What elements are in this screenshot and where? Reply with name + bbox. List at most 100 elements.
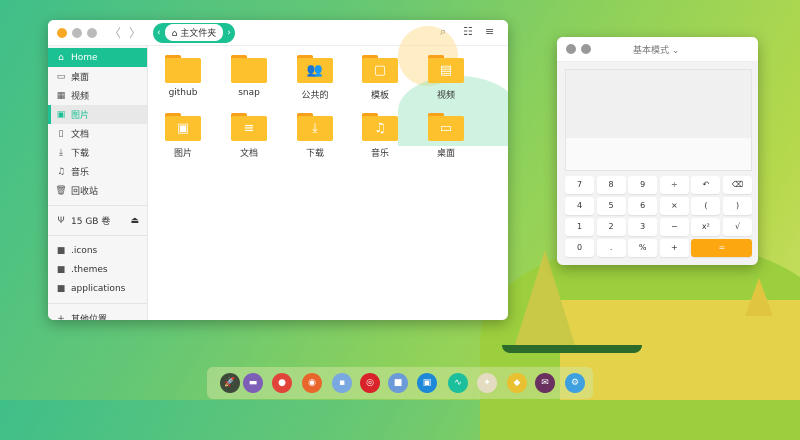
dock-file-manager-icon[interactable]: ▬ <box>243 373 263 393</box>
key-button[interactable]: 9 <box>628 176 658 194</box>
key-button[interactable]: 1 <box>565 218 594 236</box>
dock-system-monitor-icon[interactable]: ∿ <box>448 373 468 393</box>
key-button[interactable]: 7 <box>565 176 594 194</box>
key-button[interactable]: 8 <box>596 176 626 194</box>
sidebar-bookmark-icons[interactable]: ■ .icons <box>48 241 147 260</box>
folder-icon: ▭ <box>428 113 464 141</box>
sidebar-item-pictures[interactable]: ▣ 图片 <box>48 105 147 124</box>
music-icon: ♫ <box>56 166 66 177</box>
sidebar-item-music[interactable]: ♫ 音乐 <box>48 162 147 181</box>
folder-item[interactable]: ⤓ 下载 <box>285 113 345 159</box>
breadcrumb-right-arrow[interactable]: › <box>227 28 231 38</box>
key-button[interactable]: 4 <box>565 197 594 215</box>
sidebar-item-videos[interactable]: ▦ 视频 <box>48 86 147 105</box>
breadcrumb-left-arrow[interactable]: ‹ <box>157 28 161 38</box>
sidebar-item-trash[interactable]: 🗑 回收站 <box>48 181 147 200</box>
key-button[interactable]: 5 <box>596 197 626 215</box>
key-button[interactable]: ↶ <box>691 176 721 194</box>
key-button[interactable]: ⌫ <box>723 176 752 194</box>
menu-icon[interactable]: ≡ <box>485 25 494 38</box>
key-button[interactable]: ) <box>723 197 752 215</box>
minimize-button[interactable] <box>72 27 82 38</box>
chevron-down-icon: ⌄ <box>671 45 680 56</box>
folder-label: 文档 <box>239 149 258 159</box>
back-button[interactable]: 〈 <box>105 24 125 41</box>
folder-icon: ■ <box>56 245 66 256</box>
folder-icon <box>165 55 201 83</box>
key-button[interactable]: x² <box>691 218 721 236</box>
key-button[interactable]: − <box>659 218 689 236</box>
maximize-button[interactable] <box>87 27 97 38</box>
sidebar-bookmark-themes[interactable]: ■ .themes <box>48 260 147 279</box>
dock-chrome-icon[interactable]: ● <box>272 373 292 393</box>
folder-item[interactable]: ▢ 模板 <box>350 55 410 101</box>
mode-selector[interactable]: 基本模式 ⌄ <box>633 43 679 56</box>
dock-mail-icon[interactable]: ✉ <box>535 373 555 393</box>
folder-item[interactable]: ≡ 文档 <box>219 113 279 159</box>
sidebar-item-label: applications <box>71 283 126 294</box>
folder-item[interactable]: ▣ 图片 <box>153 113 213 159</box>
folder-icon: ■ <box>56 264 66 275</box>
folder-item[interactable]: snap <box>219 55 279 98</box>
breadcrumb-home[interactable]: ⌂ 主文件夹 <box>164 24 224 41</box>
key-button[interactable]: 0 <box>565 239 594 257</box>
sidebar-item-label: 文档 <box>71 130 90 140</box>
close-button[interactable] <box>566 44 576 54</box>
folder-emblem-icon <box>165 58 201 83</box>
sidebar-item-downloads[interactable]: ⤓ 下载 <box>48 143 147 162</box>
folder-icon: ▢ <box>362 55 398 83</box>
sidebar-item-desktop[interactable]: ▭ 桌面 <box>48 67 147 86</box>
folder-icon <box>231 55 267 83</box>
dock-firefox-icon[interactable]: ◉ <box>302 373 322 393</box>
sidebar-item-label: 回收站 <box>71 187 99 197</box>
dock-image-viewer-icon[interactable]: ✦ <box>477 373 497 393</box>
folder-item[interactable]: github <box>153 55 213 98</box>
key-button[interactable]: √ <box>723 218 752 236</box>
folder-icon: ♫ <box>362 113 398 141</box>
sidebar-item-other-locations[interactable]: + 其他位置 <box>48 309 147 321</box>
folder-item[interactable]: ▭ 桌面 <box>416 113 476 159</box>
folder-label: 公共的 <box>301 91 329 101</box>
folder-item[interactable]: ▤ 视频 <box>416 55 476 101</box>
forward-button[interactable]: 〉 <box>125 24 145 41</box>
minimize-button[interactable] <box>581 44 591 54</box>
key-button[interactable]: ( <box>691 197 721 215</box>
sidebar: ⌂ Home ▭ 桌面 ▦ 视频 ▣ 图片 ▯ 文档 ⤓ 下载 ♫ 音乐 🗑 回收站 Ψ 15 G… <box>48 46 148 320</box>
dock-app-store-icon[interactable]: ▪ <box>332 373 352 393</box>
folder-item[interactable]: 👥 公共的 <box>285 55 345 101</box>
sidebar-item-documents[interactable]: ▯ 文档 <box>48 124 147 143</box>
key-button[interactable]: 2 <box>596 218 626 236</box>
folder-emblem-icon: ▭ <box>428 116 464 141</box>
dock-netease-music-icon[interactable]: ◎ <box>360 373 380 393</box>
sidebar-item-home[interactable]: ⌂ Home <box>48 48 147 67</box>
breadcrumb: ‹ ⌂ 主文件夹 › <box>153 22 235 43</box>
key-button[interactable]: 6 <box>628 197 658 215</box>
dock-launcher-icon[interactable]: 🚀 <box>220 373 240 393</box>
dock-settings-icon[interactable]: ⚙ <box>565 373 585 393</box>
sidebar-item-volume[interactable]: Ψ 15 GB 卷 ⏏ <box>48 211 147 230</box>
eject-icon[interactable]: ⏏ <box>130 216 139 226</box>
sidebar-bookmark-applications[interactable]: ■ applications <box>48 279 147 298</box>
folder-icon: ▣ <box>165 113 201 141</box>
folder-emblem-icon: ≡ <box>231 116 267 141</box>
key-button[interactable]: 3 <box>628 218 658 236</box>
dock-screenshot-icon[interactable]: ▣ <box>417 373 437 393</box>
key-button[interactable]: . <box>596 239 626 257</box>
folder-emblem-icon: ▤ <box>428 58 464 83</box>
usb-icon: Ψ <box>57 215 65 226</box>
list-view-icon[interactable]: ☷ <box>463 25 473 38</box>
key-button[interactable]: × <box>659 197 689 215</box>
folder-label: 音乐 <box>370 149 389 159</box>
folder-item[interactable]: ♫ 音乐 <box>350 113 410 159</box>
folder-icon: ⤓ <box>297 113 333 141</box>
key-button[interactable]: + <box>659 239 689 257</box>
close-button[interactable] <box>57 27 67 38</box>
folder-emblem-icon: 👥 <box>297 58 333 83</box>
dock-notes-icon[interactable]: ◆ <box>507 373 527 393</box>
key-button[interactable]: ÷ <box>659 176 689 194</box>
key-equals[interactable]: = <box>691 239 753 257</box>
dock-archive-icon[interactable]: ■ <box>388 373 408 393</box>
download-icon: ⤓ <box>59 147 63 158</box>
wallpaper-sail-small <box>745 278 773 316</box>
key-button[interactable]: % <box>628 239 658 257</box>
